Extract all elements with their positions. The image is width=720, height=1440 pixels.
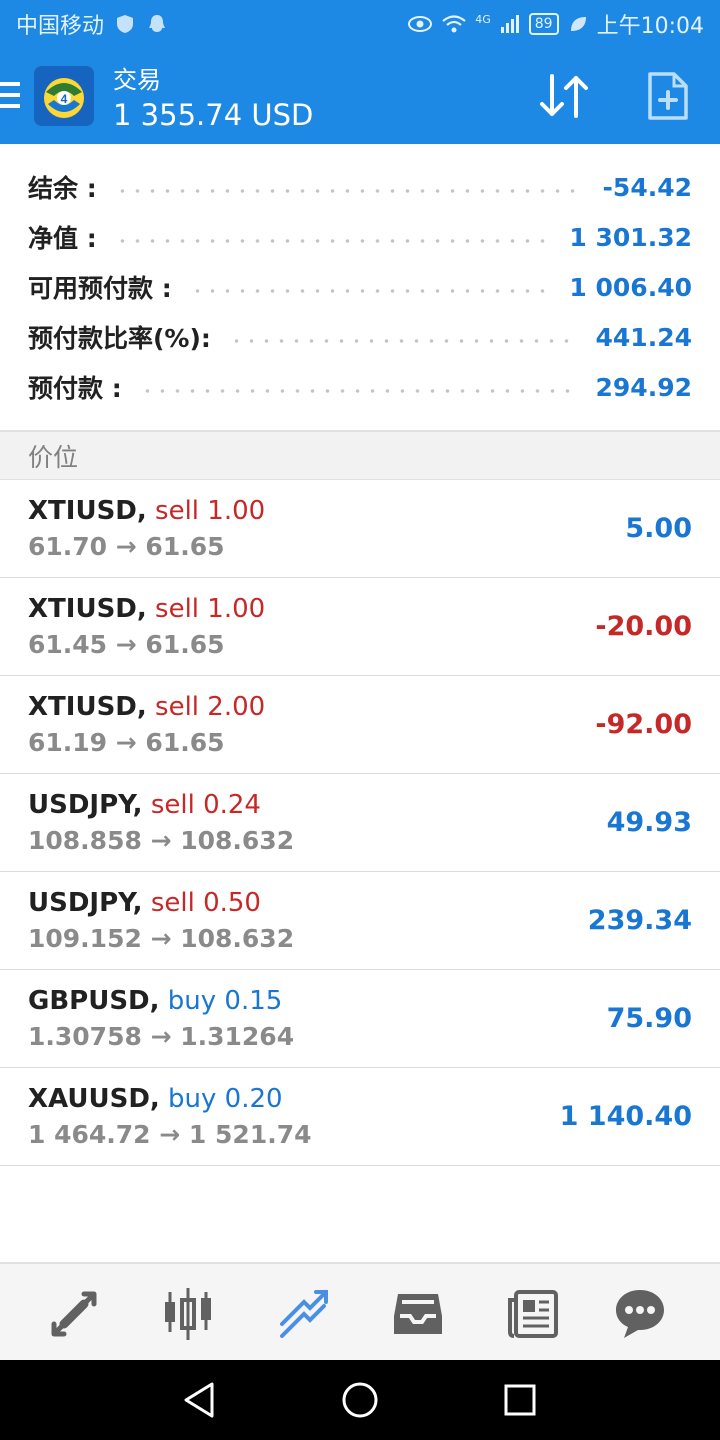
clock: 上午10:04 xyxy=(596,14,704,39)
dotted-leader xyxy=(114,189,585,193)
leaf-icon xyxy=(570,17,586,31)
summary-label: 净值 : xyxy=(28,224,97,253)
position-profit: 1 140.40 xyxy=(559,1101,692,1132)
position-prices: 1.30758 → 1.31264 xyxy=(28,1022,295,1051)
summary-label: 结余 : xyxy=(28,174,97,203)
position-type: sell 0.50 xyxy=(150,888,261,918)
position-symbol: XTIUSD, xyxy=(28,594,147,624)
carrier-label: 中国移动 xyxy=(16,14,105,39)
bottom-toolbar xyxy=(0,1262,720,1360)
account-balance: 1 355.74 USD xyxy=(113,98,314,132)
position-row[interactable]: XTIUSD, sell 1.00 61.45 → 61.65 -20.00 xyxy=(0,578,720,676)
position-profit: -92.00 xyxy=(595,709,692,740)
page-title: 交易 xyxy=(113,66,161,94)
summary-value: 441.24 xyxy=(595,322,692,352)
eye-icon xyxy=(408,16,433,32)
new-order-icon[interactable] xyxy=(646,70,690,122)
position-prices: 109.152 → 108.632 xyxy=(28,924,295,953)
history-icon[interactable] xyxy=(390,1286,446,1342)
summary-row-margin: 预付款 : 294.92 xyxy=(0,362,720,412)
summary-row-equity: 净值 : 1 301.32 xyxy=(0,212,720,262)
positions-list: XTIUSD, sell 1.00 61.70 → 61.65 5.00 XTI… xyxy=(0,480,720,1166)
status-bar: 中国移动 4G 89 上午10:04 xyxy=(0,0,720,48)
sort-icon[interactable] xyxy=(536,72,592,120)
position-symbol: GBPUSD, xyxy=(28,986,160,1016)
dotted-leader xyxy=(114,239,552,243)
chat-icon[interactable] xyxy=(612,1286,668,1342)
dotted-leader xyxy=(228,339,578,343)
app-logo[interactable]: 4 xyxy=(34,66,94,126)
home-icon[interactable] xyxy=(340,1380,380,1420)
news-icon[interactable] xyxy=(506,1286,562,1342)
trade-icon[interactable] xyxy=(276,1286,332,1342)
position-prices: 1 464.72 → 1 521.74 xyxy=(28,1120,312,1149)
recents-icon[interactable] xyxy=(500,1380,540,1420)
summary-label: 可用预付款 : xyxy=(28,274,172,303)
position-symbol: XAUUSD, xyxy=(28,1084,160,1114)
summary-label: 预付款比率(%): xyxy=(28,324,211,353)
position-row[interactable]: USDJPY, sell 0.24 108.858 → 108.632 49.9… xyxy=(0,774,720,872)
menu-icon[interactable] xyxy=(0,82,20,108)
summary-value: 1 006.40 xyxy=(569,272,692,302)
position-type: buy 0.20 xyxy=(168,1084,283,1114)
position-symbol: XTIUSD, xyxy=(28,692,147,722)
summary-value: 1 301.32 xyxy=(569,222,692,252)
position-row[interactable]: XTIUSD, sell 2.00 61.19 → 61.65 -92.00 xyxy=(0,676,720,774)
signal-icon xyxy=(500,15,519,33)
position-symbol: USDJPY, xyxy=(28,790,143,820)
summary-row-balance: 结余 : -54.42 xyxy=(0,162,720,212)
position-prices: 61.70 → 61.65 xyxy=(28,532,225,561)
svg-text:4: 4 xyxy=(61,92,68,106)
position-type: sell 2.00 xyxy=(155,692,266,722)
wifi-icon xyxy=(442,15,466,33)
position-row[interactable]: XAUUSD, buy 0.20 1 464.72 → 1 521.74 1 1… xyxy=(0,1068,720,1166)
qq-icon xyxy=(149,15,166,32)
position-row[interactable]: XTIUSD, sell 1.00 61.70 → 61.65 5.00 xyxy=(0,480,720,578)
summary-row-free-margin: 可用预付款 : 1 006.40 xyxy=(0,262,720,312)
shield-icon xyxy=(117,15,134,33)
dotted-leader xyxy=(139,389,578,393)
summary-value: -54.42 xyxy=(602,172,692,202)
position-profit: 5.00 xyxy=(625,513,692,544)
position-row[interactable]: USDJPY, sell 0.50 109.152 → 108.632 239.… xyxy=(0,872,720,970)
position-type: sell 1.00 xyxy=(155,496,266,526)
position-prices: 108.858 → 108.632 xyxy=(28,826,295,855)
system-nav-bar xyxy=(0,1360,720,1440)
position-type: sell 1.00 xyxy=(155,594,266,624)
chart-icon[interactable] xyxy=(160,1286,216,1342)
app-bar: 4 交易 1 355.74 USD xyxy=(0,48,720,144)
position-symbol: USDJPY, xyxy=(28,888,143,918)
position-symbol: XTIUSD, xyxy=(28,496,147,526)
position-type: sell 0.24 xyxy=(150,790,261,820)
position-type: buy 0.15 xyxy=(167,986,283,1016)
position-prices: 61.45 → 61.65 xyxy=(28,630,225,659)
position-profit: 75.90 xyxy=(606,1003,692,1034)
dotted-leader xyxy=(189,289,552,293)
back-icon[interactable] xyxy=(180,1380,220,1420)
battery-icon: 89 xyxy=(528,13,559,35)
position-profit: 49.93 xyxy=(606,807,692,838)
network-type: 4G xyxy=(475,12,491,26)
section-header-positions: 价位 xyxy=(0,430,720,480)
position-profit: 239.34 xyxy=(587,905,692,936)
position-prices: 61.19 → 61.65 xyxy=(28,728,225,757)
metatrader-logo-icon: 4 xyxy=(34,66,94,126)
quotes-icon[interactable] xyxy=(46,1286,102,1342)
summary-value: 294.92 xyxy=(595,372,692,402)
summary-row-margin-level: 预付款比率(%): 441.24 xyxy=(0,312,720,362)
position-row[interactable]: GBPUSD, buy 0.15 1.30758 → 1.31264 75.90 xyxy=(0,970,720,1068)
summary-label: 预付款 : xyxy=(28,374,122,403)
account-summary: 结余 : -54.42 净值 : 1 301.32 可用预付款 : 1 006.… xyxy=(0,144,720,430)
position-profit: -20.00 xyxy=(595,611,692,642)
